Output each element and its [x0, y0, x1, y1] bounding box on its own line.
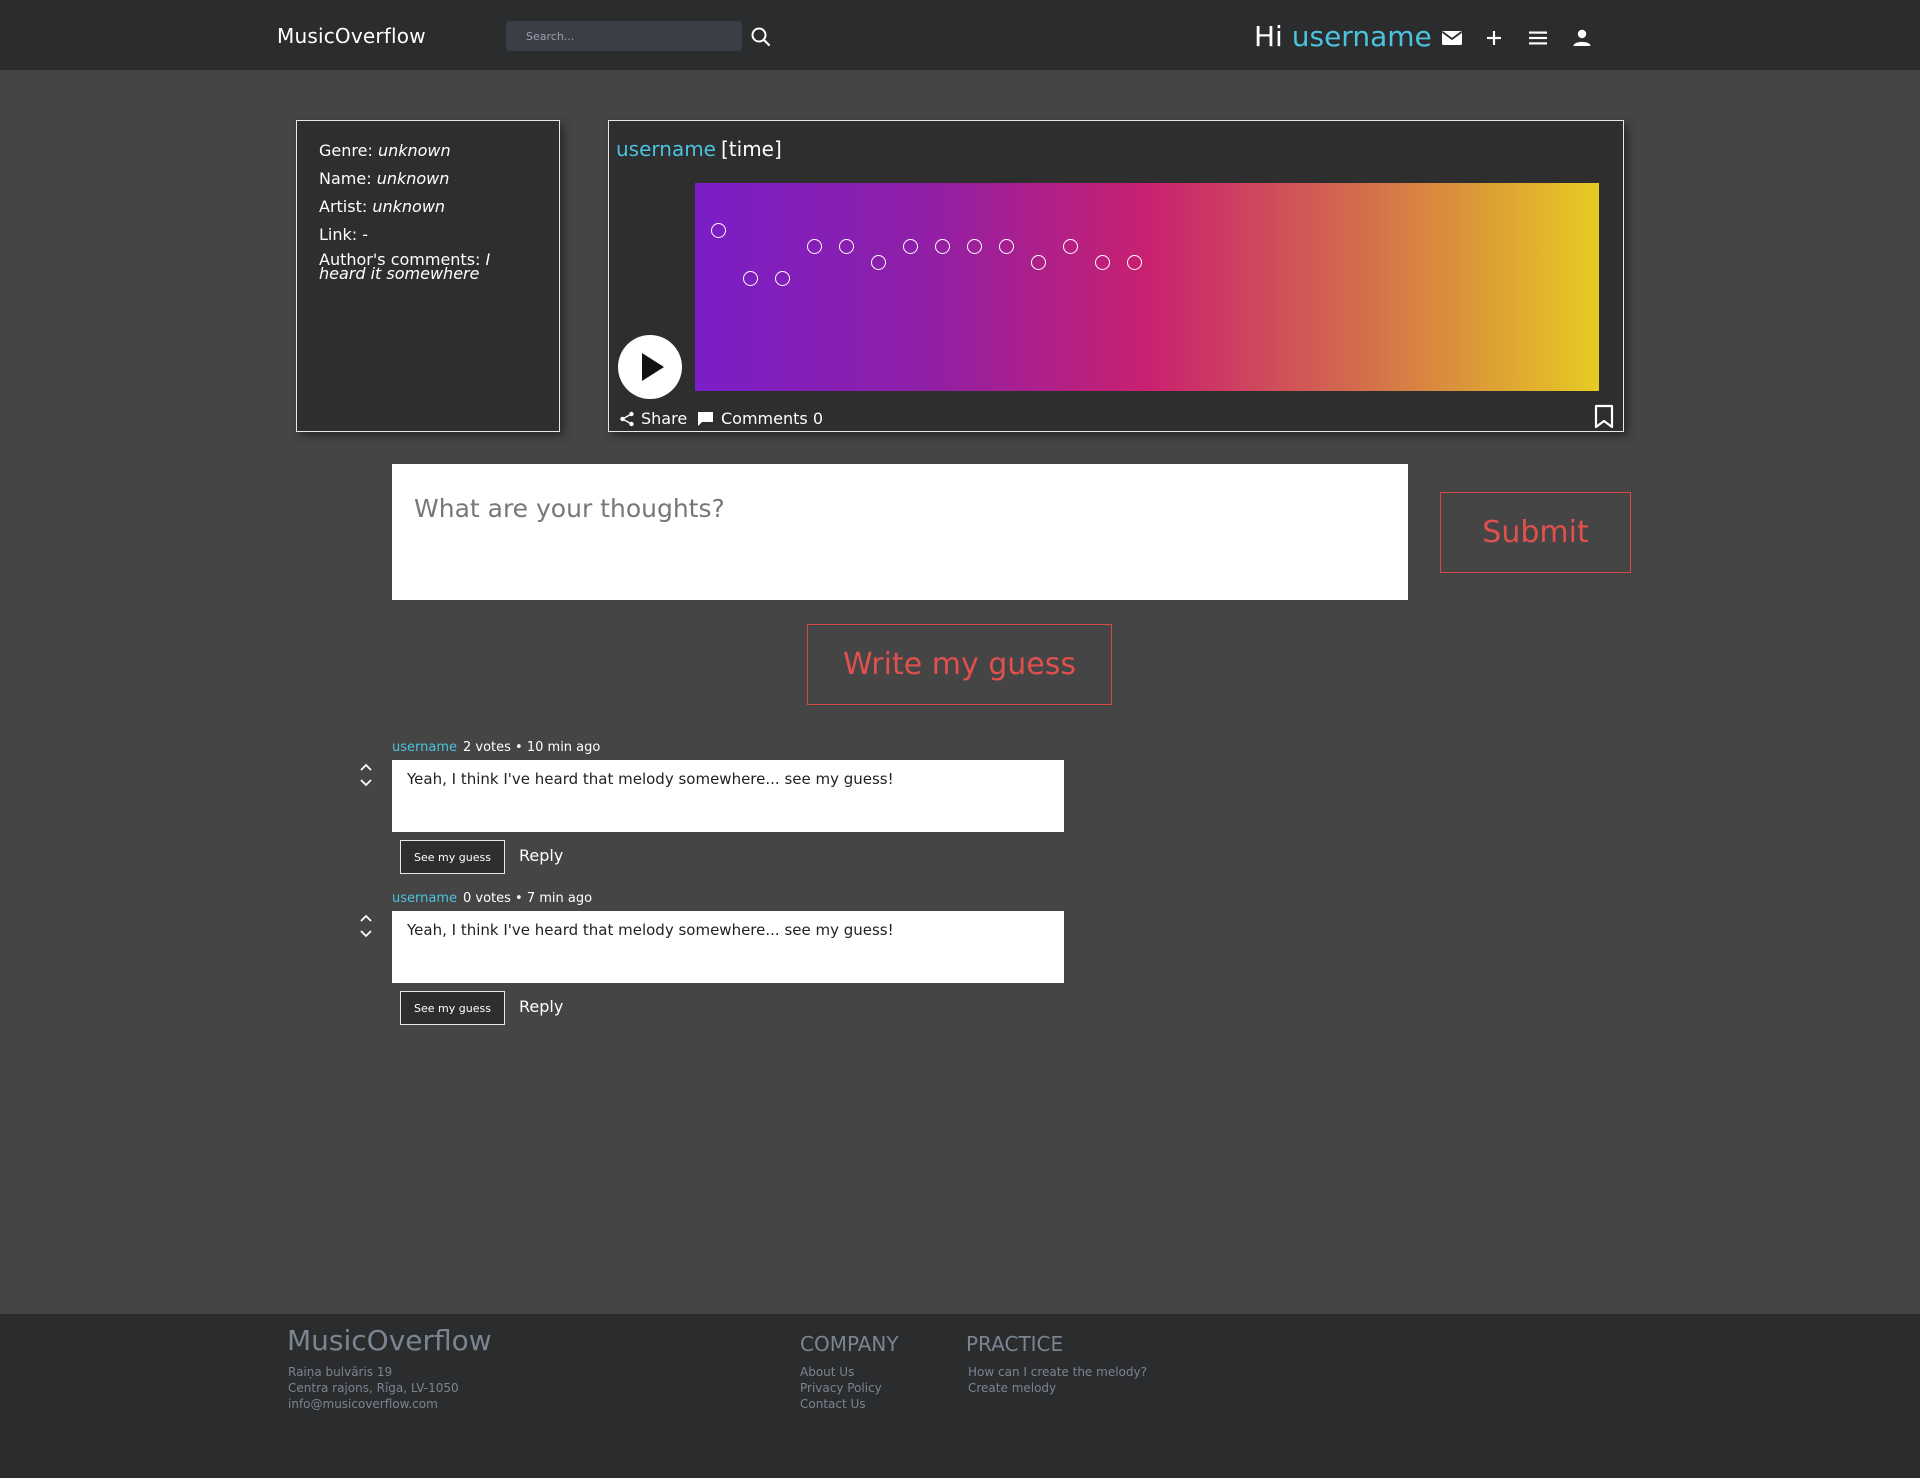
- melody-card: username [time] Share Comments 0: [608, 120, 1624, 432]
- link-label: Link:: [319, 225, 358, 244]
- see-guess-button[interactable]: See my guess: [400, 991, 505, 1025]
- greeting-username[interactable]: username: [1292, 20, 1432, 53]
- practice-links: How can I create the melody? Create melo…: [968, 1364, 1147, 1396]
- brand-logo[interactable]: MusicOverflow: [277, 24, 426, 48]
- menu-icon[interactable]: [1526, 26, 1550, 50]
- submit-button[interactable]: Submit: [1440, 492, 1631, 573]
- note-dot: [935, 239, 950, 254]
- practice-heading: PRACTICE: [966, 1332, 1064, 1356]
- upvote-icon[interactable]: [356, 758, 376, 771]
- user-icon[interactable]: [1570, 26, 1594, 50]
- footer-link-how-to-create[interactable]: How can I create the melody?: [968, 1364, 1147, 1380]
- note-dot: [1095, 255, 1110, 270]
- note-dot: [711, 223, 726, 238]
- downvote-icon[interactable]: [356, 774, 376, 787]
- artist-value: unknown: [372, 197, 446, 216]
- note-dot: [807, 239, 822, 254]
- comment-text: Yeah, I think I've heard that melody som…: [392, 760, 1064, 832]
- genre-value: unknown: [377, 141, 451, 160]
- upvote-icon[interactable]: [356, 909, 376, 922]
- comment-meta: username 2 votes • 10 min ago: [392, 740, 600, 755]
- search-input[interactable]: [506, 21, 742, 51]
- comment-votes-time: 0 votes • 7 min ago: [463, 891, 593, 906]
- footer-brand: MusicOverflow: [287, 1324, 492, 1357]
- see-guess-button[interactable]: See my guess: [400, 840, 505, 874]
- share-label: Share: [641, 409, 688, 428]
- share-icon: [620, 411, 634, 426]
- comment-input[interactable]: [392, 464, 1408, 600]
- note-dot: [839, 239, 854, 254]
- footer-link-contact[interactable]: Contact Us: [800, 1396, 882, 1412]
- comment-author[interactable]: username: [392, 740, 457, 755]
- note-dot: [775, 271, 790, 286]
- footer: MusicOverflow Raiņa bulvāris 19 Centra r…: [0, 1314, 1920, 1478]
- footer-address: Raiņa bulvāris 19 Centra rajons, Rīga, L…: [288, 1364, 459, 1412]
- comment-meta: username 0 votes • 7 min ago: [392, 891, 592, 906]
- downvote-icon[interactable]: [356, 925, 376, 938]
- play-button[interactable]: [618, 335, 682, 399]
- mail-icon[interactable]: [1440, 26, 1464, 50]
- note-dot: [1127, 255, 1142, 270]
- top-nav: MusicOverflow Hi username: [0, 0, 1920, 70]
- search-icon[interactable]: [750, 26, 772, 48]
- company-links: About Us Privacy Policy Contact Us: [800, 1364, 882, 1412]
- write-guess-button[interactable]: Write my guess: [807, 624, 1112, 705]
- author-comments-row: Author's comments: I heard it somewhere: [319, 252, 537, 282]
- link-row: Link: -: [319, 225, 537, 244]
- play-icon: [642, 353, 664, 381]
- comment-votes-time: 2 votes • 10 min ago: [463, 740, 601, 755]
- melody-info-card: Genre: unknown Name: unknown Artist: unk…: [296, 120, 560, 432]
- footer-link-about[interactable]: About Us: [800, 1364, 882, 1380]
- melody-author[interactable]: username: [616, 137, 716, 161]
- genre-row: Genre: unknown: [319, 141, 537, 160]
- note-dot: [743, 271, 758, 286]
- comment-icon: [698, 411, 713, 426]
- address-line: Centra rajons, Rīga, LV-1050: [288, 1381, 459, 1395]
- name-value: unknown: [376, 169, 450, 188]
- name-label: Name:: [319, 169, 372, 188]
- greeting: Hi username: [1254, 20, 1432, 53]
- footer-link-privacy[interactable]: Privacy Policy: [800, 1380, 882, 1396]
- footer-link-create-melody[interactable]: Create melody: [968, 1380, 1147, 1396]
- melody-time: [time]: [721, 137, 782, 161]
- note-dot: [967, 239, 982, 254]
- comment-author[interactable]: username: [392, 891, 457, 906]
- note-dot: [1063, 239, 1078, 254]
- comments-button[interactable]: Comments 0: [697, 409, 823, 428]
- name-row: Name: unknown: [319, 169, 537, 188]
- artist-row: Artist: unknown: [319, 197, 537, 216]
- comments-count-label: Comments 0: [721, 409, 823, 428]
- artist-label: Artist:: [319, 197, 368, 216]
- link-value: -: [362, 225, 369, 244]
- footer-email[interactable]: info@musicoverflow.com: [288, 1396, 459, 1412]
- comment-text: Yeah, I think I've heard that melody som…: [392, 911, 1064, 983]
- bookmark-icon[interactable]: [1593, 404, 1615, 434]
- note-dot: [1031, 255, 1046, 270]
- note-dot: [903, 239, 918, 254]
- reply-link[interactable]: Reply: [519, 997, 563, 1016]
- melody-visualizer[interactable]: [695, 183, 1599, 391]
- address-line: Raiņa bulvāris 19: [288, 1365, 393, 1379]
- note-dot: [871, 255, 886, 270]
- share-button[interactable]: Share: [619, 409, 687, 428]
- greeting-text: Hi: [1254, 20, 1283, 53]
- company-heading: COMPANY: [800, 1332, 899, 1356]
- genre-label: Genre:: [319, 141, 373, 160]
- reply-link[interactable]: Reply: [519, 846, 563, 865]
- note-dot: [999, 239, 1014, 254]
- plus-icon[interactable]: [1482, 26, 1506, 50]
